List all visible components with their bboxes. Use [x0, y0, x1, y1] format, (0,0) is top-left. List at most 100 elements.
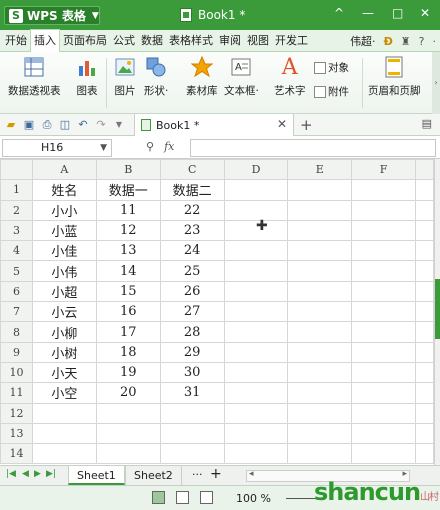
more-icon[interactable]: ·: [433, 35, 437, 48]
menu-item-formula[interactable]: 公式: [110, 30, 138, 52]
table-cell[interactable]: [351, 240, 416, 262]
open-folder-icon[interactable]: ▰: [4, 118, 18, 132]
row-header[interactable]: 9: [0, 341, 33, 363]
row-header[interactable]: 1: [0, 179, 33, 201]
table-cell[interactable]: 18: [95, 341, 161, 363]
table-cell[interactable]: [415, 260, 434, 282]
table-cell[interactable]: 11: [95, 199, 161, 221]
table-cell[interactable]: [223, 240, 289, 262]
select-all-corner[interactable]: [0, 159, 33, 181]
table-cell[interactable]: [415, 443, 434, 465]
column-header-b[interactable]: B: [95, 159, 161, 181]
table-cell[interactable]: 14: [95, 260, 161, 282]
table-cell[interactable]: [415, 240, 434, 262]
table-cell[interactable]: [415, 341, 434, 363]
first-sheet-icon[interactable]: |◀: [6, 469, 16, 479]
menu-item-developer[interactable]: 开发工: [272, 30, 311, 52]
page-break-view-icon[interactable]: [176, 491, 189, 504]
table-cell[interactable]: [351, 341, 416, 363]
table-cell[interactable]: [95, 422, 161, 445]
table-cell[interactable]: [351, 179, 416, 201]
row-header[interactable]: 5: [0, 260, 33, 282]
row-header[interactable]: 13: [0, 422, 33, 445]
next-sheet-icon[interactable]: ▶: [34, 469, 41, 479]
normal-view-icon[interactable]: [152, 491, 165, 504]
picture-button[interactable]: 图片: [114, 56, 136, 98]
table-cell[interactable]: [351, 219, 416, 242]
table-cell[interactable]: [415, 361, 434, 384]
row-header[interactable]: 6: [0, 280, 33, 303]
shirt-icon[interactable]: ♜: [401, 35, 411, 48]
maximize-button[interactable]: □: [392, 6, 403, 20]
table-cell[interactable]: 小伟: [31, 260, 97, 282]
table-cell[interactable]: [351, 402, 416, 424]
more-sheets-button[interactable]: ···: [192, 468, 203, 481]
table-cell[interactable]: 数据二: [159, 179, 225, 201]
table-cell[interactable]: 31: [159, 382, 225, 404]
table-cell[interactable]: [287, 321, 353, 343]
row-header[interactable]: 10: [0, 361, 33, 384]
column-header-g[interactable]: [415, 159, 434, 181]
table-cell[interactable]: [287, 361, 353, 384]
table-cell[interactable]: [287, 219, 353, 242]
column-header-c[interactable]: C: [159, 159, 225, 181]
table-cell[interactable]: [415, 422, 434, 445]
menu-item-home[interactable]: 开始: [2, 30, 30, 52]
document-tab[interactable]: Book1 * ✕: [134, 114, 294, 136]
table-cell[interactable]: [351, 382, 416, 404]
table-cell[interactable]: 22: [159, 199, 225, 221]
menu-item-table-style[interactable]: 表格样式: [166, 30, 216, 52]
close-button[interactable]: ✕: [420, 6, 430, 20]
table-cell[interactable]: 姓名: [31, 179, 97, 201]
tab-list-icon[interactable]: ▤: [422, 117, 432, 130]
row-header[interactable]: 12: [0, 402, 33, 424]
table-cell[interactable]: 25: [159, 260, 225, 282]
table-cell[interactable]: 小佳: [31, 240, 97, 262]
attachment-button[interactable]: 附件: [314, 84, 349, 99]
scroll-thumb[interactable]: [435, 279, 440, 339]
zoom-level[interactable]: 100 %: [236, 492, 271, 505]
sheet-tab-sheet2[interactable]: Sheet2: [125, 466, 182, 485]
table-cell[interactable]: [415, 280, 434, 303]
customize-dropdown-icon[interactable]: ▼: [112, 118, 126, 132]
print-icon[interactable]: ⎙: [40, 118, 54, 132]
table-cell[interactable]: [415, 301, 434, 323]
shapes-button[interactable]: 形状·: [144, 56, 168, 98]
table-cell[interactable]: [415, 199, 434, 221]
row-header[interactable]: 14: [0, 443, 33, 465]
vertical-scrollbar[interactable]: [434, 159, 440, 465]
user-name[interactable]: 伟超·: [350, 33, 376, 49]
sheet-tab-sheet1[interactable]: Sheet1: [68, 466, 125, 485]
table-cell[interactable]: [351, 260, 416, 282]
theme-icon[interactable]: Ð: [384, 35, 393, 48]
table-cell[interactable]: [223, 260, 289, 282]
table-cell[interactable]: [95, 402, 161, 424]
table-cell[interactable]: [351, 443, 416, 465]
table-cell[interactable]: [351, 361, 416, 384]
table-cell[interactable]: [415, 402, 434, 424]
help-icon[interactable]: ?: [419, 35, 425, 48]
object-button[interactable]: 对象: [314, 60, 349, 75]
table-cell[interactable]: 15: [95, 280, 161, 303]
table-cell[interactable]: [287, 402, 353, 424]
menu-item-review[interactable]: 审阅: [216, 30, 244, 52]
minimize-button[interactable]: —: [362, 6, 374, 20]
table-cell[interactable]: [351, 422, 416, 445]
table-cell[interactable]: [287, 443, 353, 465]
table-cell[interactable]: [223, 341, 289, 363]
table-cell[interactable]: 27: [159, 301, 225, 323]
table-cell[interactable]: 数据一: [95, 179, 161, 201]
table-cell[interactable]: [287, 240, 353, 262]
table-cell[interactable]: [223, 422, 289, 445]
table-cell[interactable]: [159, 422, 225, 445]
row-header[interactable]: 8: [0, 321, 33, 343]
table-cell[interactable]: [31, 422, 97, 445]
table-cell[interactable]: 小云: [31, 301, 97, 323]
table-cell[interactable]: [31, 443, 97, 465]
chart-button[interactable]: 图表: [76, 56, 98, 98]
table-cell[interactable]: 17: [95, 321, 161, 343]
table-cell[interactable]: [287, 382, 353, 404]
pivot-table-button[interactable]: 数据透视表: [8, 56, 61, 98]
table-cell[interactable]: [287, 179, 353, 201]
table-cell[interactable]: [287, 199, 353, 221]
